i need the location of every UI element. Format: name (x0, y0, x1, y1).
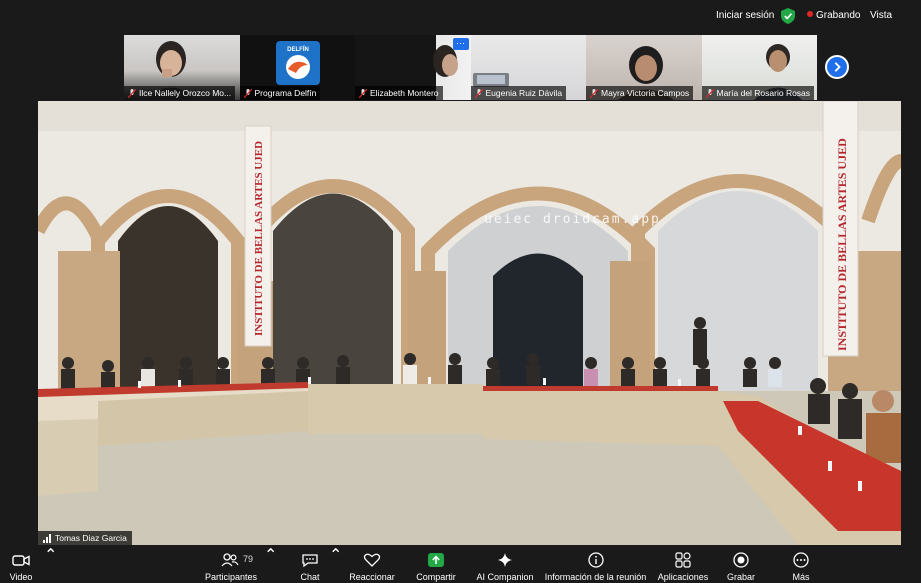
apps-icon (675, 552, 691, 568)
video-camera-icon (12, 555, 30, 566)
heart-icon (363, 553, 381, 567)
share-screen-icon (428, 553, 444, 567)
top-bar: Iniciar sesión Grabando Vista (0, 0, 921, 32)
muted-mic-icon (128, 88, 136, 98)
more-button[interactable]: Más (789, 545, 813, 583)
video-watermark: ueiec droidcam.app (484, 212, 661, 227)
participant-tile[interactable]: ··· Elizabeth Montero (355, 35, 471, 100)
next-page-chevron-icon[interactable] (825, 55, 849, 79)
participants-button[interactable]: 79 Participantes (202, 545, 260, 583)
participant-tile[interactable]: Ilce Nallely Orozco Mo... (124, 35, 240, 100)
participant-tile[interactable]: Mayra Victoria Campos (586, 35, 702, 100)
view-menu[interactable]: Vista (870, 10, 892, 21)
participant-tile[interactable]: María del Rosario Rosas (701, 35, 817, 100)
signal-bars-icon (43, 533, 51, 543)
recording-label: Grabando (816, 10, 861, 21)
banner-left-text: INSTITUTO DE BELLAS ARTES UJED (253, 141, 265, 336)
ai-companion-label: AI Companion (476, 572, 534, 582)
meeting-info-button[interactable]: Información de la reunión (545, 545, 646, 583)
info-icon (587, 552, 604, 568)
record-icon (733, 552, 749, 568)
sign-in-link[interactable]: Iniciar sesión (716, 10, 774, 21)
recording-indicator[interactable]: Grabando (807, 10, 860, 21)
chat-options-chevron-icon[interactable]: ⌃ (329, 545, 342, 583)
share-button[interactable]: Compartir (414, 545, 458, 583)
video-label: Video (9, 572, 33, 582)
participant-strip: Ilce Nallely Orozco Mo... DELFÍN Program… (124, 35, 817, 100)
more-dots-icon (793, 552, 809, 568)
chat-button[interactable]: Chat (296, 545, 324, 583)
participant-name: María del Rosario Rosas (716, 88, 811, 98)
video-button[interactable]: Video (4, 545, 38, 583)
main-video: INSTITUTO DE BELLAS ARTES UJED INSTITUTO… (38, 101, 901, 545)
sparkle-icon (498, 553, 512, 567)
ai-companion-button[interactable]: AI Companion (476, 545, 534, 583)
recording-dot-icon (807, 11, 813, 17)
more-options-icon[interactable]: ··· (452, 38, 469, 50)
muted-mic-icon (474, 88, 483, 98)
shield-icon[interactable] (781, 8, 795, 24)
more-label: Más (792, 572, 810, 582)
video-options-chevron-icon[interactable]: ⌃ (44, 545, 57, 583)
apps-label: Aplicaciones (657, 572, 709, 582)
participants-count: 79 (243, 554, 254, 564)
participants-label: Participantes (204, 572, 258, 582)
chat-bubble-icon (302, 554, 318, 568)
active-speaker-label: Tomas Diaz Garcia (38, 531, 132, 545)
react-button[interactable]: Reaccionar (348, 545, 396, 583)
delfin-logo-text: DELFÍN (287, 45, 309, 53)
participant-name: Eugenia Ruiz Dávila (485, 88, 563, 98)
meeting-info-label: Información de la reunión (544, 572, 647, 582)
record-label: Grabar (726, 572, 756, 582)
record-button[interactable]: Grabar (726, 545, 756, 583)
muted-mic-icon (243, 88, 252, 98)
apps-button[interactable]: Aplicaciones (658, 545, 708, 583)
participant-tile[interactable]: Eugenia Ruiz Dávila (470, 35, 586, 100)
meeting-toolbar: Video ⌃ 79 Participantes ⌃ Chat ⌃ Reacci… (0, 545, 921, 583)
muted-mic-icon (590, 88, 598, 98)
muted-mic-icon (705, 88, 714, 98)
participant-name: Elizabeth Montero (370, 88, 439, 98)
banner-right-text: INSTITUTO DE BELLAS ARTES UJED (835, 138, 849, 351)
room-scene: INSTITUTO DE BELLAS ARTES UJED INSTITUTO… (38, 101, 901, 545)
participant-name: Mayra Victoria Campos (601, 88, 690, 98)
participants-icon (221, 553, 239, 567)
participant-name: Programa Delfín (254, 88, 317, 98)
chat-label: Chat (300, 572, 320, 582)
react-label: Reaccionar (349, 572, 395, 582)
participants-options-chevron-icon[interactable]: ⌃ (264, 545, 277, 583)
share-label: Compartir (416, 572, 456, 582)
participant-name: Ilce Nallely Orozco Mo... (139, 88, 232, 98)
muted-mic-icon (359, 88, 367, 98)
participant-tile[interactable]: DELFÍN Programa Delfín (239, 35, 355, 100)
active-speaker-name: Tomas Diaz Garcia (55, 533, 127, 543)
